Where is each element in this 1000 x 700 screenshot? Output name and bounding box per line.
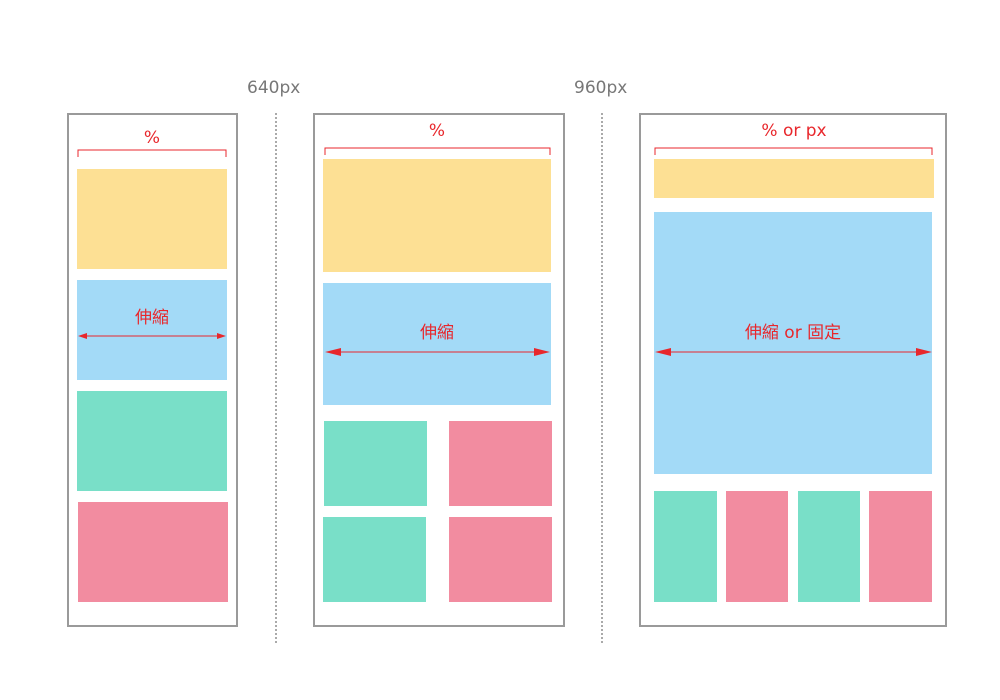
panel-large-stretch-arrow [655,348,932,356]
panel-medium-stretch-arrow [325,348,550,356]
annotation-overlay [77,147,933,356]
panel-large-width-bracket [654,147,933,155]
panel-small-stretch-arrow [78,333,226,339]
panel-medium-width-bracket [324,147,551,155]
panel-small-width-bracket [77,149,227,157]
